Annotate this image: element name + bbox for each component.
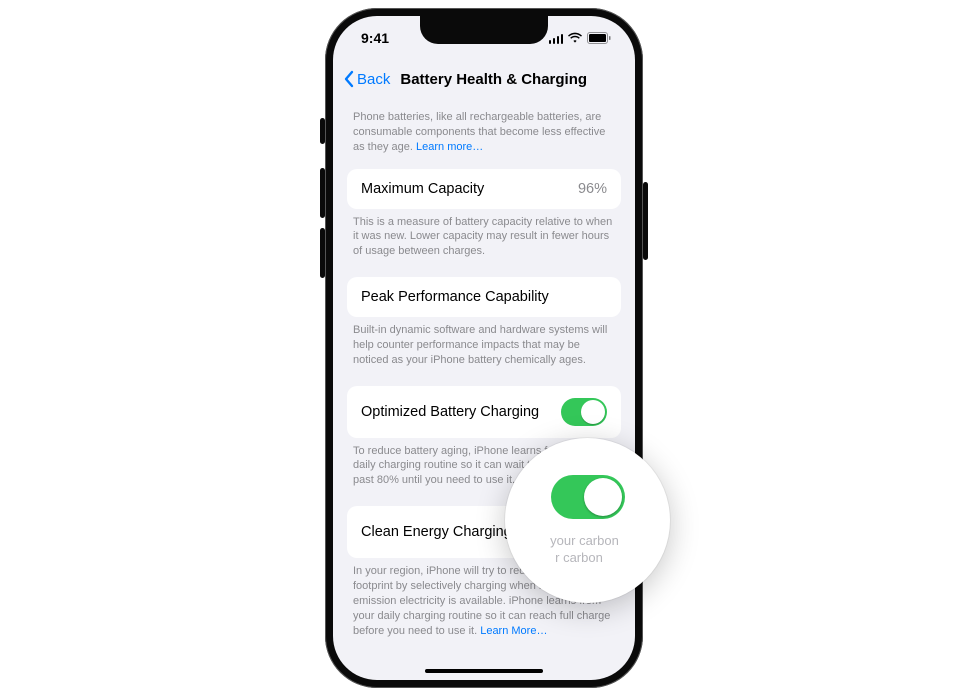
- magnified-text: your carbon r carbon: [530, 533, 645, 566]
- magnifier-callout: your carbon r carbon: [505, 438, 670, 603]
- chevron-left-icon: [343, 70, 355, 88]
- notch: [420, 16, 548, 44]
- intro-learn-more-link[interactable]: Learn more…: [416, 141, 483, 153]
- peak-performance-label: Peak Performance Capability: [361, 289, 549, 305]
- status-time: 9:41: [361, 30, 389, 46]
- optimized-charging-label: Optimized Battery Charging: [361, 404, 539, 420]
- cellular-icon: [549, 33, 564, 44]
- status-right: [549, 32, 612, 44]
- side-button-power: [643, 182, 648, 260]
- maximum-capacity-footer: This is a measure of battery capacity re…: [347, 209, 621, 278]
- peak-performance-footer: Built-in dynamic software and hardware s…: [347, 317, 621, 386]
- wifi-icon: [567, 32, 583, 44]
- magnified-clean-energy-toggle[interactable]: [551, 475, 625, 519]
- maximum-capacity-cell[interactable]: Maximum Capacity 96%: [347, 169, 621, 209]
- home-indicator[interactable]: [425, 669, 543, 673]
- maximum-capacity-value: 96%: [578, 181, 607, 197]
- battery-icon: [587, 32, 611, 44]
- optimized-charging-toggle[interactable]: [561, 398, 607, 426]
- intro-text: Phone batteries, like all rechargeable b…: [347, 98, 621, 169]
- peak-performance-cell[interactable]: Peak Performance Capability: [347, 277, 621, 317]
- back-button[interactable]: Back: [343, 70, 390, 88]
- back-label: Back: [357, 71, 390, 88]
- optimized-charging-cell: Optimized Battery Charging: [347, 386, 621, 438]
- maximum-capacity-label: Maximum Capacity: [361, 181, 484, 197]
- page-title: Battery Health & Charging: [400, 71, 587, 88]
- clean-energy-learn-more-link[interactable]: Learn More…: [480, 625, 547, 637]
- nav-bar: Back Battery Health & Charging: [333, 60, 635, 98]
- clean-energy-label: Clean Energy Charging: [361, 524, 512, 540]
